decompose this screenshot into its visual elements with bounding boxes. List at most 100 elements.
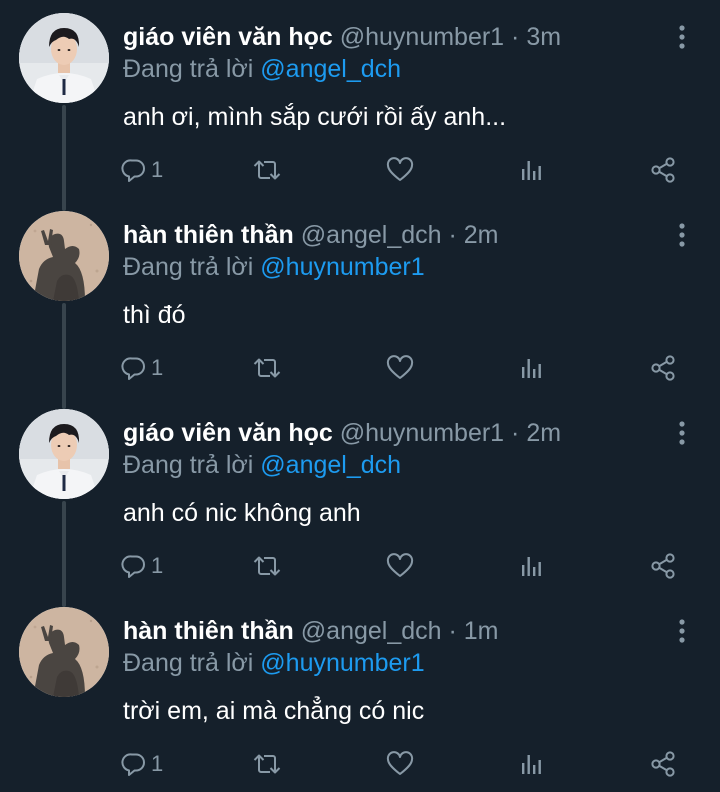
more-vertical-icon xyxy=(679,619,685,643)
tweet-header: giáo viên văn học @huynumber1 · 2m xyxy=(123,416,660,450)
replying-to-mention[interactable]: @angel_dch xyxy=(260,451,401,479)
tweet-timestamp[interactable]: 2m xyxy=(464,221,499,249)
tweet-text: thì đó xyxy=(123,301,186,329)
more-options-button[interactable] xyxy=(672,616,692,646)
avatar[interactable] xyxy=(19,607,109,697)
tweet[interactable]: hàn thiên thần @angel_dch · 2m Đang trả … xyxy=(0,198,720,409)
reply-count: 1 xyxy=(151,157,164,182)
replying-to-line: Đang trả lời @angel_dch xyxy=(123,52,401,86)
separator-dot: · xyxy=(511,419,520,447)
author-name[interactable]: giáo viên văn học xyxy=(123,419,333,447)
reply-icon xyxy=(121,753,145,776)
reply-button[interactable]: 1 xyxy=(121,150,163,190)
reply-count: 1 xyxy=(151,553,164,578)
more-options-button[interactable] xyxy=(672,418,692,448)
author-name[interactable]: hàn thiên thần xyxy=(123,617,294,645)
retweet-icon xyxy=(253,160,281,180)
author-handle[interactable]: @huynumber1 xyxy=(340,23,504,51)
tweet-actions: 1 xyxy=(0,744,720,784)
analytics-icon xyxy=(522,359,541,378)
analytics-button[interactable] xyxy=(518,744,544,784)
retweet-icon xyxy=(253,754,281,774)
share-icon xyxy=(651,157,675,183)
share-icon xyxy=(651,751,675,777)
replying-to-mention[interactable]: @huynumber1 xyxy=(260,649,424,677)
analytics-button[interactable] xyxy=(518,150,544,190)
replying-to-line: Đang trả lời @huynumber1 xyxy=(123,646,425,680)
tweet[interactable]: giáo viên văn học @huynumber1 · 3m Đang … xyxy=(0,0,720,211)
tweet-timestamp[interactable]: 1m xyxy=(464,617,499,645)
author-name[interactable]: hàn thiên thần xyxy=(123,221,294,249)
retweet-icon xyxy=(253,556,281,576)
heart-icon xyxy=(386,355,414,379)
avatar[interactable] xyxy=(19,13,109,103)
tweet-actions: 1 xyxy=(0,348,720,388)
heart-icon xyxy=(386,157,414,181)
replying-to-label: Đang trả lời xyxy=(123,253,254,281)
author-handle[interactable]: @huynumber1 xyxy=(340,419,504,447)
retweet-button[interactable] xyxy=(252,744,282,784)
reply-button[interactable]: 1 xyxy=(121,546,163,586)
reply-icon xyxy=(121,159,145,182)
like-button[interactable] xyxy=(386,744,414,784)
retweet-button[interactable] xyxy=(252,348,282,388)
reply-count: 1 xyxy=(151,355,164,380)
reply-icon xyxy=(121,555,145,578)
replying-to-label: Đang trả lời xyxy=(123,649,254,677)
author-handle[interactable]: @angel_dch xyxy=(301,221,442,249)
more-options-button[interactable] xyxy=(672,22,692,52)
author-handle[interactable]: @angel_dch xyxy=(301,617,442,645)
share-icon xyxy=(651,355,675,381)
share-button[interactable] xyxy=(649,744,677,784)
avatar[interactable] xyxy=(19,211,109,301)
replying-to-label: Đang trả lời xyxy=(123,451,254,479)
tweet-actions: 1 xyxy=(0,546,720,586)
tweet[interactable]: giáo viên văn học @huynumber1 · 2m Đang … xyxy=(0,396,720,607)
separator-dot: · xyxy=(448,617,457,645)
like-button[interactable] xyxy=(386,546,414,586)
author-name[interactable]: giáo viên văn học xyxy=(123,23,333,51)
heart-icon xyxy=(386,553,414,577)
separator-dot: · xyxy=(511,23,520,51)
separator-dot: · xyxy=(448,221,457,249)
retweet-button[interactable] xyxy=(252,546,282,586)
analytics-icon xyxy=(522,557,541,576)
avatar-image xyxy=(19,607,109,697)
reply-icon xyxy=(121,357,145,380)
avatar[interactable] xyxy=(19,409,109,499)
tweet-text: anh ơi, mình sắp cưới rồi ấy anh... xyxy=(123,103,507,131)
reply-thread: giáo viên văn học @huynumber1 · 3m Đang … xyxy=(0,0,720,792)
replying-to-mention[interactable]: @angel_dch xyxy=(260,55,401,83)
replying-to-line: Đang trả lời @angel_dch xyxy=(123,448,401,482)
reply-button[interactable]: 1 xyxy=(121,348,163,388)
analytics-button[interactable] xyxy=(518,546,544,586)
more-vertical-icon xyxy=(679,25,685,49)
replying-to-mention[interactable]: @huynumber1 xyxy=(260,253,424,281)
more-vertical-icon xyxy=(679,421,685,445)
heart-icon xyxy=(386,751,414,775)
replying-to-label: Đang trả lời xyxy=(123,55,254,83)
tweet-header: hàn thiên thần @angel_dch · 1m xyxy=(123,614,660,648)
reply-button[interactable]: 1 xyxy=(121,744,163,784)
tweet-timestamp[interactable]: 2m xyxy=(526,419,561,447)
avatar-image xyxy=(19,13,109,103)
like-button[interactable] xyxy=(386,348,414,388)
avatar-image xyxy=(19,409,109,499)
tweet-actions: 1 xyxy=(0,150,720,190)
analytics-icon xyxy=(522,755,541,774)
analytics-icon xyxy=(522,161,541,180)
more-vertical-icon xyxy=(679,223,685,247)
share-button[interactable] xyxy=(649,150,677,190)
avatar-image xyxy=(19,211,109,301)
more-options-button[interactable] xyxy=(672,220,692,250)
analytics-button[interactable] xyxy=(518,348,544,388)
share-button[interactable] xyxy=(649,546,677,586)
tweet[interactable]: hàn thiên thần @angel_dch · 1m Đang trả … xyxy=(0,594,720,792)
tweet-text: trời em, ai mà chẳng có nic xyxy=(123,697,425,725)
share-button[interactable] xyxy=(649,348,677,388)
reply-count: 1 xyxy=(151,751,164,776)
tweet-timestamp[interactable]: 3m xyxy=(526,23,561,51)
retweet-icon xyxy=(253,358,281,378)
retweet-button[interactable] xyxy=(252,150,282,190)
like-button[interactable] xyxy=(386,150,414,190)
